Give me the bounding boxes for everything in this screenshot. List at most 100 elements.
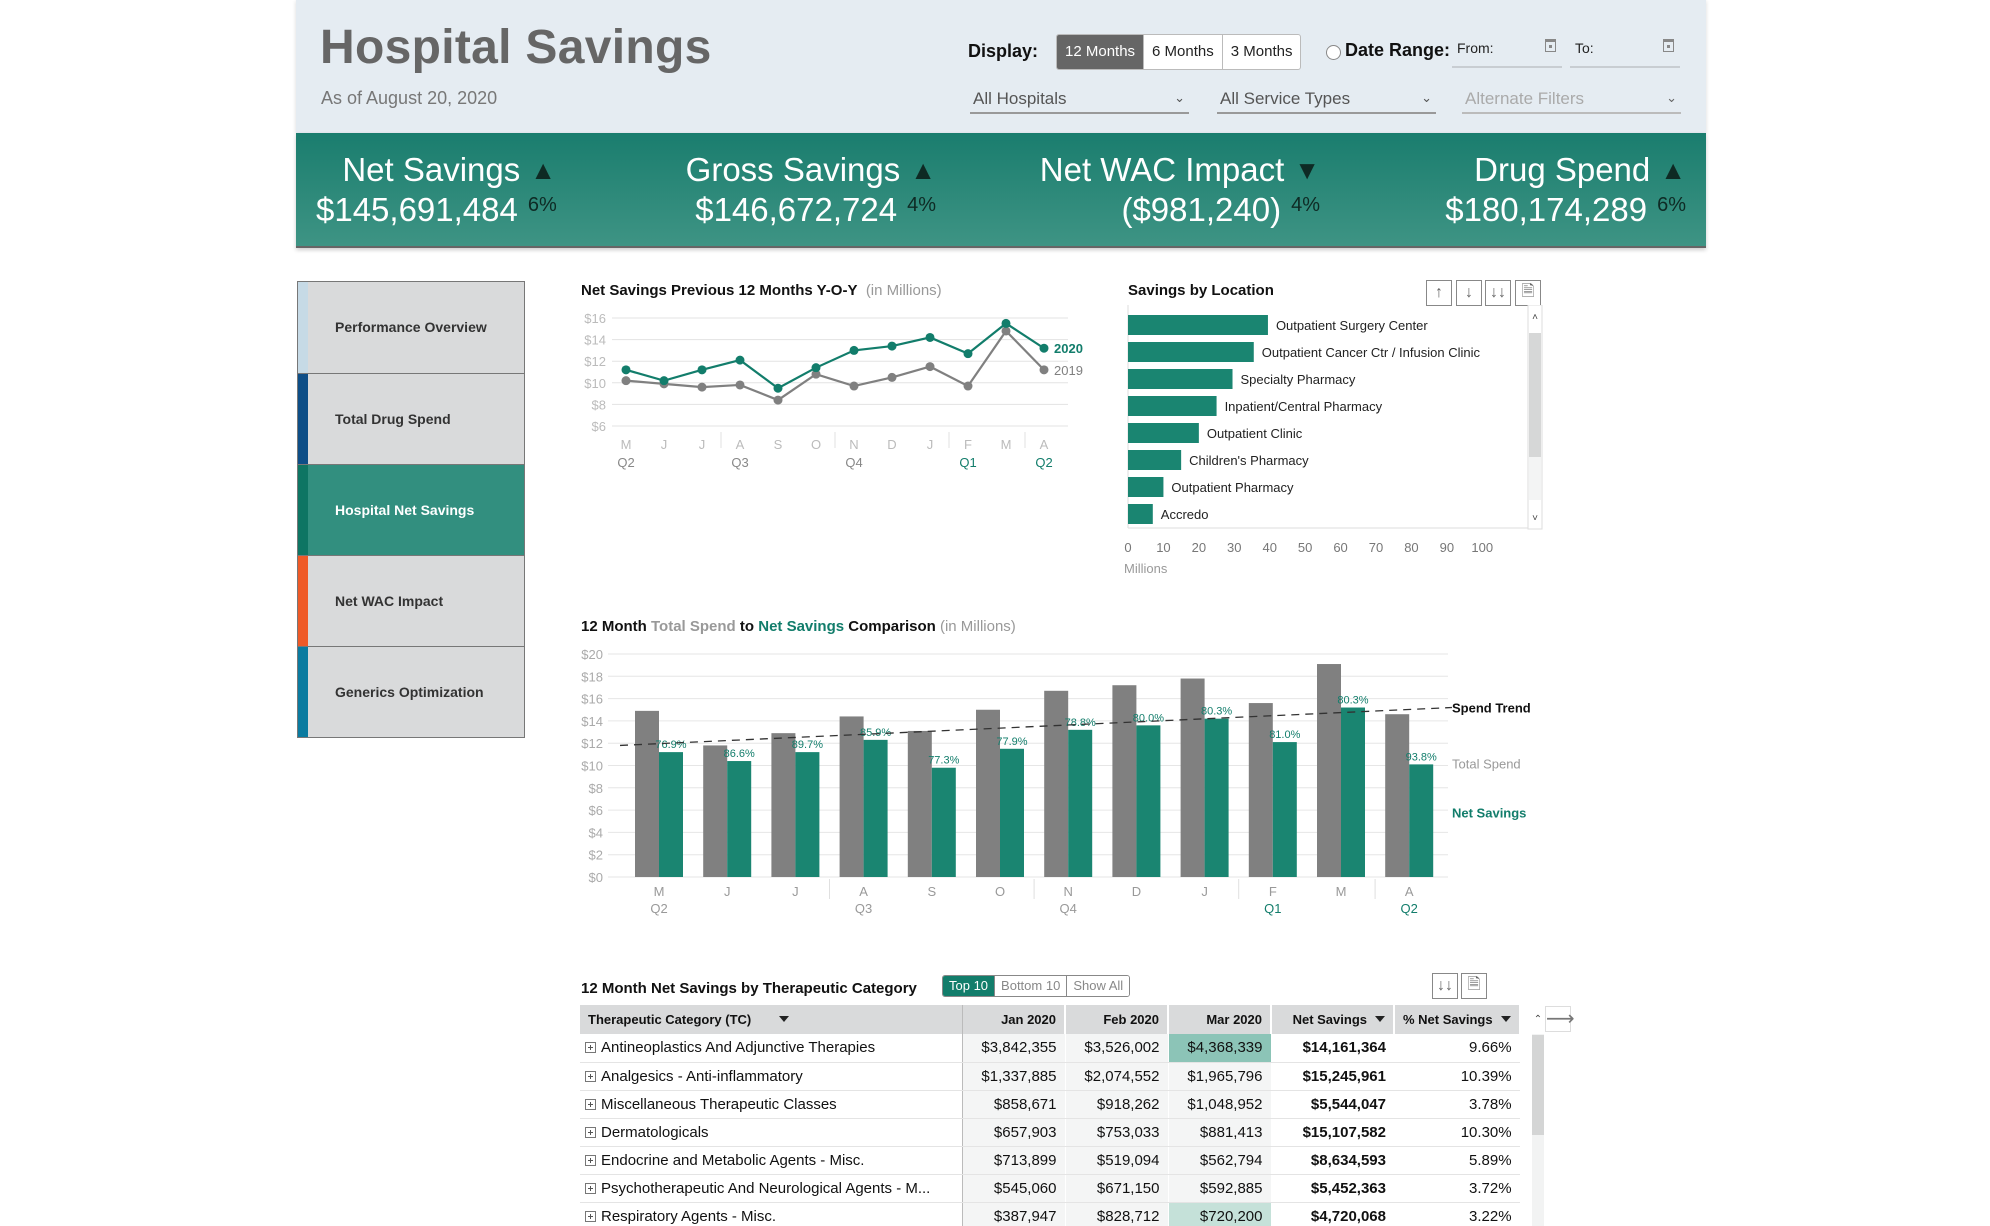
x-tick-label: 50 bbox=[1298, 540, 1312, 555]
sidebar-item-label: Generics Optimization bbox=[335, 684, 484, 700]
data-point-2019 bbox=[849, 381, 859, 391]
title-part: 12 Month bbox=[581, 618, 651, 635]
net-savings-bar bbox=[1204, 718, 1229, 877]
from-date-field[interactable]: From: bbox=[1452, 36, 1562, 68]
ratio-label: 77.9% bbox=[996, 736, 1027, 748]
y-tick-label: $20 bbox=[581, 647, 603, 662]
y-tick-label: $2 bbox=[589, 848, 603, 863]
sidebar-item-net-wac-impact[interactable]: Net WAC Impact bbox=[298, 555, 524, 646]
expand-plus-icon[interactable] bbox=[585, 1070, 596, 1082]
pct-net-savings-cell: 5.89% bbox=[1394, 1146, 1520, 1175]
sort-ascending-button[interactable]: ↑ bbox=[1426, 280, 1452, 306]
data-point-2019 bbox=[925, 362, 935, 372]
display-toggle: 12 Months 6 Months 3 Months bbox=[1056, 34, 1302, 70]
kpi-change: 4% bbox=[907, 194, 936, 216]
column-header-feb[interactable]: Feb 2020 bbox=[1065, 1005, 1169, 1034]
sidebar-item-label: Performance Overview bbox=[335, 319, 487, 335]
net-savings-bar bbox=[1068, 729, 1093, 877]
table-sort-button[interactable]: ↓↓ bbox=[1432, 973, 1458, 999]
display-3-months-button[interactable]: 3 Months bbox=[1221, 35, 1301, 69]
net-savings-cell: $15,107,582 bbox=[1271, 1118, 1394, 1147]
column-header-pct-net-savings[interactable]: % Net Savings bbox=[1394, 1005, 1521, 1034]
location-label: Specialty Pharmacy bbox=[1241, 372, 1356, 387]
column-header-tc[interactable]: Therapeutic Category (TC) bbox=[580, 1005, 963, 1034]
table-row[interactable]: Analgesics - Anti-inflammatory $1,337,885… bbox=[580, 1062, 1520, 1091]
expand-plus-icon[interactable] bbox=[585, 1042, 596, 1054]
column-header-net-savings[interactable]: Net Savings bbox=[1271, 1005, 1395, 1034]
data-point-2019 bbox=[773, 395, 783, 405]
x-tick-label: J bbox=[699, 437, 706, 452]
sort-caret-icon[interactable] bbox=[1375, 1016, 1385, 1022]
alternate-filters-dropdown[interactable]: Alternate Filters ⌄ bbox=[1462, 88, 1681, 114]
data-point-2020 bbox=[621, 365, 631, 375]
display-6-months-button[interactable]: 6 Months bbox=[1143, 35, 1222, 69]
table-scrollbar[interactable]: ⌃ bbox=[1532, 1005, 1544, 1226]
expand-plus-icon[interactable] bbox=[585, 1126, 596, 1138]
to-label: To: bbox=[1575, 40, 1594, 56]
column-header-mar[interactable]: Mar 2020 bbox=[1168, 1005, 1272, 1034]
table-row[interactable]: Respiratory Agents - Misc. $387,947 $828,7… bbox=[580, 1202, 1520, 1226]
column-header-jan[interactable]: Jan 2020 bbox=[962, 1005, 1066, 1034]
feb-cell: $918,262 bbox=[1065, 1090, 1169, 1119]
display-12-months-button[interactable]: 12 Months bbox=[1057, 35, 1144, 69]
sort-caret-icon[interactable] bbox=[1500, 1016, 1511, 1022]
table-row[interactable]: Miscellaneous Therapeutic Classes $858,67… bbox=[580, 1090, 1520, 1119]
scroll-up-icon[interactable]: ⌃ bbox=[1532, 1005, 1544, 1034]
calendar-icon[interactable] bbox=[1545, 39, 1556, 52]
triangle-up-icon: ▲ bbox=[910, 155, 936, 185]
show-all-button[interactable]: Show All bbox=[1066, 976, 1130, 996]
tc-cell: Psychotherapeutic And Neurological Agent… bbox=[580, 1174, 963, 1203]
sidebar-item-performance-overview[interactable]: Performance Overview bbox=[298, 282, 524, 373]
export-button[interactable]: 🗎 bbox=[1515, 280, 1541, 306]
sidebar-item-hospital-net-savings[interactable]: Hospital Net Savings bbox=[298, 464, 524, 555]
expand-plus-icon[interactable] bbox=[585, 1098, 596, 1110]
sort-default-button[interactable]: ↓↓ bbox=[1485, 280, 1511, 306]
y-tick-label: $8 bbox=[592, 397, 606, 412]
alternate-filters-placeholder: Alternate Filters bbox=[1465, 89, 1585, 108]
x-tick-label: J bbox=[792, 884, 799, 899]
location-label: Accredo bbox=[1161, 507, 1209, 522]
net-savings-cell: $8,634,593 bbox=[1271, 1146, 1394, 1175]
hospitals-dropdown[interactable]: All Hospitals ⌄ bbox=[970, 88, 1189, 114]
kpi-change: 6% bbox=[527, 194, 557, 216]
pct-net-savings-cell: 3.72% bbox=[1394, 1174, 1520, 1203]
scrollbar-thumb[interactable] bbox=[1532, 1035, 1544, 1135]
sidebar-item-generics-optimization[interactable]: Generics Optimization bbox=[298, 646, 524, 737]
y-tick-label: $4 bbox=[589, 825, 603, 840]
kpi-label: Net WAC Impact bbox=[1039, 151, 1285, 188]
top-10-button[interactable]: Top 10 bbox=[943, 976, 995, 996]
table-row[interactable]: Dermatologicals $657,903 $753,033 $881,413 $… bbox=[580, 1118, 1520, 1147]
quarter-label: Q2 bbox=[617, 455, 634, 470]
scroll-right-button[interactable]: ⟶ bbox=[1545, 1006, 1575, 1032]
kpi-label: Net Savings bbox=[342, 151, 521, 188]
expand-plus-icon[interactable] bbox=[585, 1154, 596, 1166]
kpi-label: Gross Savings bbox=[685, 151, 901, 188]
location-label: Outpatient Pharmacy bbox=[1171, 480, 1294, 495]
dropdown-caret-icon[interactable] bbox=[779, 1016, 790, 1022]
ratio-label: 78.8% bbox=[1065, 717, 1096, 729]
expand-plus-icon[interactable] bbox=[585, 1182, 596, 1194]
location-bar bbox=[1128, 369, 1233, 389]
data-point-2019 bbox=[735, 380, 745, 390]
to-date-field[interactable]: To: bbox=[1570, 36, 1680, 68]
y-tick-label: $10 bbox=[584, 376, 606, 391]
ratio-label: 80.3% bbox=[1337, 695, 1368, 707]
table-row[interactable]: Psychotherapeutic And Neurological Agent… bbox=[580, 1174, 1520, 1203]
location-label: Outpatient Clinic bbox=[1207, 426, 1303, 441]
service-types-dropdown[interactable]: All Service Types ⌄ bbox=[1217, 88, 1436, 114]
x-tick-label: 40 bbox=[1262, 540, 1276, 555]
y-tick-label: $14 bbox=[581, 714, 603, 729]
bottom-10-button[interactable]: Bottom 10 bbox=[994, 976, 1067, 996]
sort-descending-button[interactable]: ↓ bbox=[1456, 280, 1482, 306]
x-tick-label: M bbox=[1001, 437, 1012, 452]
expand-plus-icon[interactable] bbox=[585, 1210, 596, 1222]
table-export-button[interactable]: 🗎 bbox=[1461, 973, 1487, 999]
tc-cell: Miscellaneous Therapeutic Classes bbox=[580, 1090, 963, 1119]
table-row[interactable]: Antineoplastics And Adjunctive Therapies… bbox=[580, 1034, 1520, 1063]
calendar-icon[interactable] bbox=[1663, 39, 1674, 52]
sidebar-item-total-drug-spend[interactable]: Total Drug Spend bbox=[298, 373, 524, 464]
date-range-radio[interactable] bbox=[1326, 45, 1341, 60]
tc-label: Dermatologicals bbox=[601, 1123, 709, 1141]
x-tick-label: S bbox=[927, 884, 936, 899]
table-row[interactable]: Endocrine and Metabolic Agents - Misc. $7… bbox=[580, 1146, 1520, 1175]
